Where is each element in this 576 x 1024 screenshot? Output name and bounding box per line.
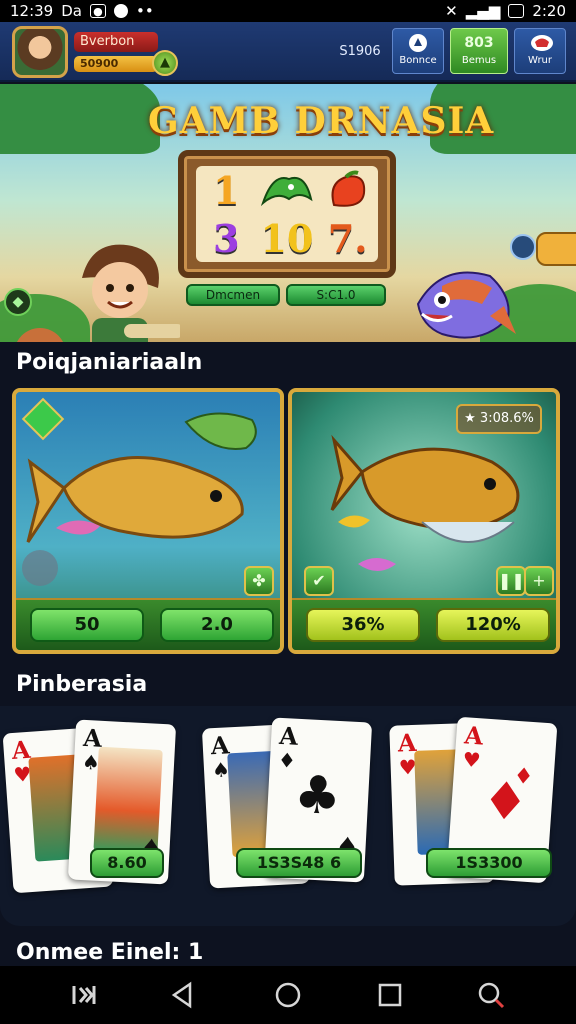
reel-symbol: 1 — [213, 167, 240, 213]
featured-slot-banner[interactable]: GAMB DRNASIA 1 3 10 7. Dmcmen S:C1.0 ◆ — [0, 84, 576, 342]
status-time: 12:39 — [10, 2, 54, 20]
banner-title: GAMB DRNASIA — [148, 100, 495, 142]
status-time-right: 2:20 — [532, 2, 566, 20]
offer-button[interactable]: 803 Bemus — [450, 28, 508, 74]
fruit-symbol-icon — [317, 166, 378, 214]
bet-max-button[interactable]: 2.0 — [160, 608, 274, 642]
status-left: 12:39 Da ● •• — [10, 2, 154, 20]
vip-icon — [530, 33, 553, 53]
offer-value: 803 — [464, 35, 494, 51]
player-xp: 50900 — [74, 56, 158, 72]
overview-icon[interactable] — [375, 980, 405, 1010]
status-carrier: Da — [61, 2, 82, 20]
card-rank: A — [463, 720, 485, 751]
banner-chip-right[interactable]: S:C1.0 — [286, 284, 386, 306]
status-bar: 12:39 Da ● •• ✕ ▂▄▆ 2:20 — [0, 0, 576, 22]
fish-mascot — [416, 271, 516, 339]
signal-icon: ▂▄▆ — [465, 2, 501, 20]
bet-min-button[interactable]: 50 — [30, 608, 144, 642]
gift-icon — [408, 33, 428, 53]
fish-game-card[interactable]: ✤ 50 2.0 — [12, 388, 284, 654]
bonus-label: Bonnce — [399, 55, 437, 66]
section-title-fish: Poiqjaniariaaln — [16, 350, 203, 375]
game-header: Bverbon 50900 ▲ S1906 Bonnce 803 Bemus W… — [0, 22, 576, 82]
player-name: Bverbon — [74, 32, 158, 52]
plus-icon[interactable]: + — [524, 566, 554, 596]
more-notifications-icon: •• — [135, 2, 154, 20]
offer-label: Bemus — [461, 55, 497, 66]
home-icon[interactable] — [273, 980, 303, 1010]
monkey-character — [16, 328, 64, 342]
coin-balance: S1906 — [339, 44, 381, 59]
online-count-label: Onmee Einel: 1 — [16, 940, 204, 965]
vip-label: Wrur — [528, 55, 552, 66]
battery-icon — [508, 4, 525, 18]
dragon-symbol-icon — [257, 166, 318, 214]
club-icon: ♣ — [292, 764, 343, 828]
check-icon[interactable]: ✔ — [304, 566, 334, 596]
side-menu-tab[interactable] — [536, 232, 576, 266]
search-icon[interactable] — [476, 980, 506, 1010]
pause-icon[interactable]: ❚❚ — [496, 566, 526, 596]
android-nav-bar — [0, 966, 576, 1024]
card-game-price[interactable]: 1S3S48 6 — [236, 848, 362, 878]
fish-artwork — [22, 412, 257, 586]
level-up-icon[interactable]: ▲ — [152, 50, 178, 76]
player-avatar[interactable] — [12, 26, 68, 78]
gem-icon[interactable]: ◆ — [4, 288, 32, 316]
palm-leaves-left — [0, 84, 160, 154]
banner-chip-left[interactable]: Dmcmen — [186, 284, 280, 306]
reel-symbol: 10 — [260, 215, 314, 261]
clover-icon[interactable]: ✤ — [244, 566, 274, 596]
diamond-icon: ♦ — [277, 747, 297, 773]
rate-high-button[interactable]: 120% — [436, 608, 550, 642]
reel-symbol: 3 — [213, 215, 240, 261]
rate-low-button[interactable]: 36% — [306, 608, 420, 642]
card-game-price[interactable]: 1S3300 — [426, 848, 552, 878]
vip-button[interactable]: Wrur — [514, 28, 566, 74]
heart-icon: ♥ — [461, 747, 482, 773]
fish-game-card[interactable]: ★ 3:08.6% ✔ ❚❚ + 36% 120% — [288, 388, 560, 654]
mute-icon: ✕ — [445, 2, 458, 20]
notification-dot-icon — [113, 4, 128, 18]
diamond-icon: ♦ — [512, 763, 535, 791]
reel-symbol: 7. — [327, 215, 368, 261]
card-footer: 36% 120% — [292, 598, 556, 650]
bonus-button[interactable]: Bonnce — [392, 28, 444, 74]
globe-icon[interactable] — [510, 234, 536, 260]
card-rank: A — [278, 720, 299, 751]
slot-reels: 1 3 10 7. — [196, 166, 378, 262]
back-icon[interactable] — [168, 980, 198, 1010]
card-footer: 50 2.0 — [16, 598, 280, 650]
whatsapp-icon: ● — [89, 4, 106, 18]
card-game-price[interactable]: 8.60 — [90, 848, 164, 878]
recent-apps-icon[interactable] — [70, 980, 100, 1010]
section-title-cards: Pinberasia — [16, 672, 148, 697]
slot-reels-frame: 1 3 10 7. — [178, 150, 396, 278]
explorer-character — [82, 244, 180, 342]
app-root: 12:39 Da ● •• ✕ ▂▄▆ 2:20 Bverbon 50900 ▲… — [0, 0, 576, 1024]
status-right: ✕ ▂▄▆ 2:20 — [445, 2, 566, 20]
